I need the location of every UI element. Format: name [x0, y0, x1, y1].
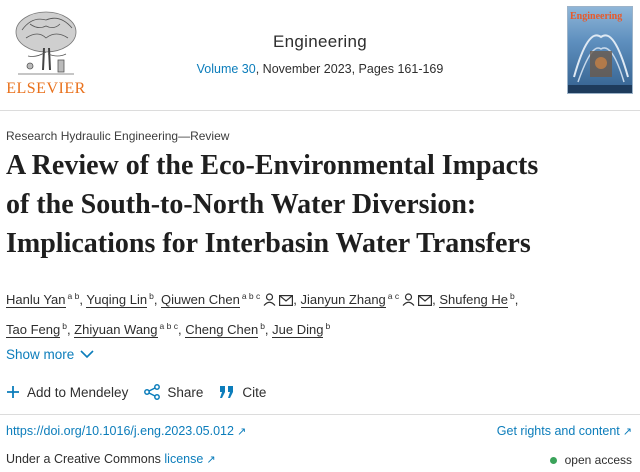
author-link[interactable]: Zhiyuan Wang a b c — [74, 321, 178, 338]
issue-details: , November 2023, Pages 161-169 — [255, 62, 444, 76]
external-link-icon: ↗ — [236, 426, 247, 438]
person-icon — [402, 289, 415, 314]
share-button[interactable]: Share — [144, 384, 203, 400]
author-link[interactable]: Shufeng He b — [439, 291, 515, 308]
elsevier-logo[interactable]: ELSEVIER — [6, 8, 86, 98]
quote-icon — [219, 385, 235, 399]
add-to-mendeley-button[interactable]: Add to Mendeley — [6, 385, 128, 400]
doi-link[interactable]: https://doi.org/10.1016/j.eng.2023.05.01… — [6, 424, 246, 438]
license-prefix: Under a Creative Commons — [6, 452, 165, 466]
plus-icon — [6, 385, 20, 399]
journal-title[interactable]: Engineering — [150, 32, 490, 52]
mail-icon — [279, 289, 294, 314]
license-link[interactable]: license ↗ — [164, 452, 215, 466]
cite-button[interactable]: Cite — [219, 385, 266, 400]
cover-artwork — [568, 34, 632, 93]
show-more-button[interactable]: Show more — [6, 347, 94, 362]
open-access-label: open access — [564, 453, 632, 467]
external-link-icon: ↗ — [206, 454, 216, 466]
external-link-icon: ↗ — [622, 426, 632, 438]
share-icon — [144, 384, 161, 400]
journal-issue-info: Volume 30, November 2023, Pages 161-169 — [150, 62, 490, 76]
tree-logo-icon — [15, 11, 77, 75]
elsevier-wordmark: ELSEVIER — [6, 80, 86, 97]
open-access-badge: open access — [549, 453, 632, 467]
license-info: Under a Creative Commons license ↗ — [6, 452, 216, 466]
article-actions: Add to Mendeley Share Cite — [6, 384, 282, 400]
chevron-down-icon — [80, 350, 94, 359]
title-line: of the South-to-North Water Diversion: — [6, 189, 477, 220]
doi-text: https://doi.org/10.1016/j.eng.2023.05.01… — [6, 424, 234, 438]
journal-info: Engineering Volume 30, November 2023, Pa… — [150, 32, 490, 76]
mail-icon — [418, 289, 433, 314]
author-link[interactable]: Jue Ding b — [272, 321, 330, 338]
rights-link[interactable]: Get rights and content ↗ — [497, 424, 632, 438]
header-divider — [0, 110, 640, 111]
title-line: Implications for Interbasin Water Transf… — [6, 228, 531, 259]
article-section: Research Hydraulic Engineering—Review — [6, 129, 230, 143]
show-more-label: Show more — [6, 347, 75, 362]
links-divider — [0, 414, 640, 415]
title-line: A Review of the Eco-Environmental Impact… — [6, 150, 539, 181]
author-link[interactable]: Cheng Chen b — [185, 321, 265, 338]
journal-cover-image[interactable]: Engineering — [567, 6, 633, 94]
open-access-dot-icon — [549, 456, 557, 464]
author-link[interactable]: Hanlu Yan a b — [6, 291, 79, 308]
cite-label: Cite — [242, 384, 267, 400]
author-link[interactable]: Tao Feng b — [6, 321, 67, 338]
share-label: Share — [167, 384, 204, 400]
author-list: Hanlu Yan a b, Yuqing Lin b, Qiuwen Chen a … — [6, 291, 519, 338]
add-to-mendeley-label: Add to Mendeley — [27, 384, 129, 400]
author-link[interactable]: Jianyun Zhang a c — [300, 291, 433, 308]
person-icon — [263, 289, 276, 314]
author-link[interactable]: Yuqing Lin b — [86, 291, 154, 308]
author-link[interactable]: Qiuwen Chen a b c — [161, 291, 294, 308]
rights-text: Get rights and content — [496, 424, 620, 438]
article-title: A Review of the Eco-Environmental Impact… — [6, 146, 636, 263]
volume-link[interactable]: Volume 30 — [197, 62, 256, 76]
journal-header: ELSEVIER Engineering Volume 30, November… — [0, 0, 640, 108]
